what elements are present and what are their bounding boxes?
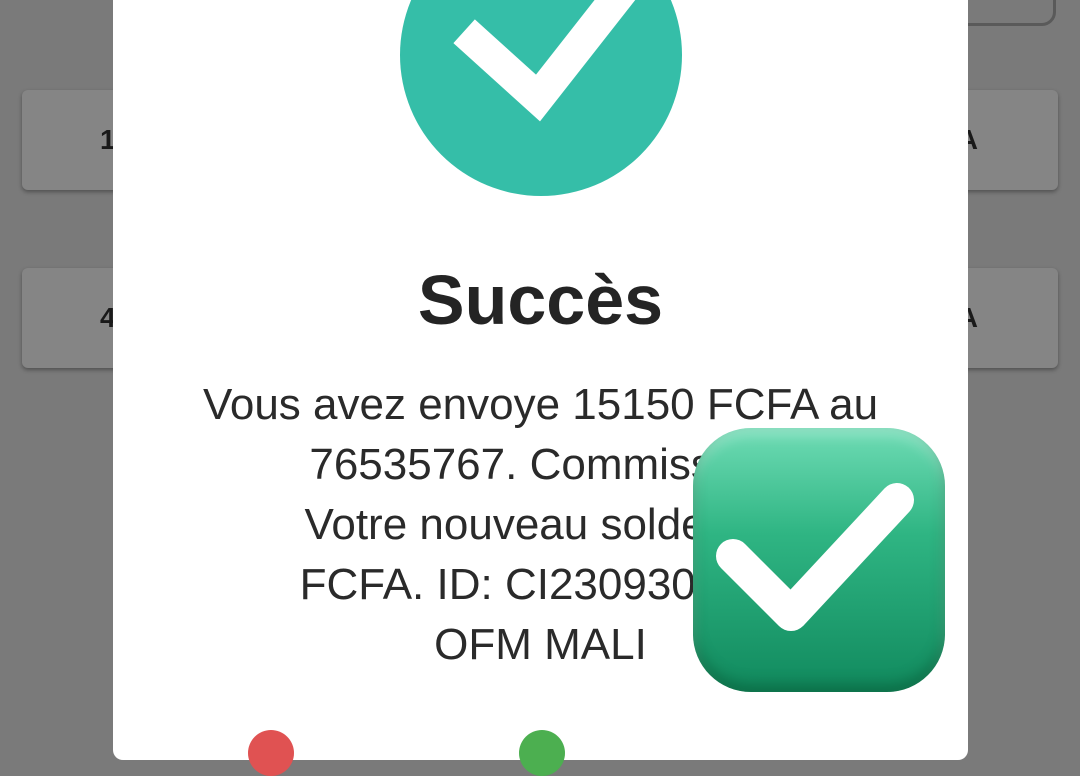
check-circle-icon	[400, 0, 682, 196]
message-line: Vous avez envoye 15150 FCFA au	[202, 380, 879, 429]
confirm-button[interactable]	[519, 730, 565, 776]
cancel-button[interactable]	[248, 730, 294, 776]
check-mark-button-icon	[693, 428, 945, 692]
dialog-title: Succès	[417, 261, 664, 339]
